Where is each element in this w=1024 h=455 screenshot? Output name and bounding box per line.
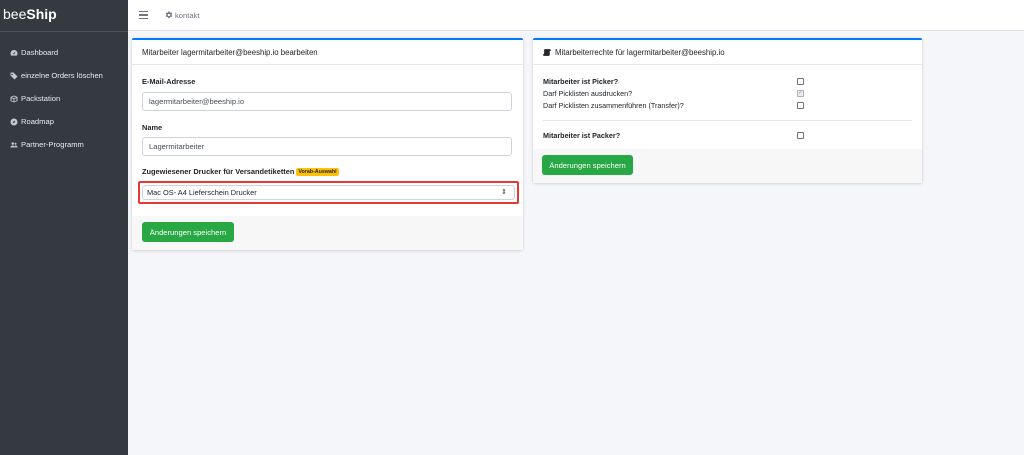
sidebar-item-dashboard[interactable]: Dashboard [0, 41, 128, 64]
picker-checkbox[interactable] [797, 78, 804, 85]
sidebar-item-partner-program[interactable]: Partner-Programm [0, 133, 128, 156]
packer-checkbox[interactable] [797, 132, 804, 139]
brand-logo[interactable]: beeShip [0, 0, 128, 32]
sidebar-nav: Dashboard einzelne Orders löschen Packst… [0, 32, 128, 156]
box-icon [9, 94, 18, 103]
printer-label-text: Zugewiesener Drucker für Versandetikette… [142, 167, 295, 176]
breadcrumb-kontakt[interactable]: kontakt [165, 11, 199, 20]
merge-picklists-label: Darf Picklisten zusammenführen (Transfer… [543, 101, 684, 110]
divider [543, 120, 912, 121]
sidebar-item-label: Roadmap [21, 117, 54, 126]
employee-rights-card: Mitarbeiterrechte für lagermitarbeiter@b… [533, 38, 922, 183]
packer-label: Mitarbeiter ist Packer? [543, 131, 621, 140]
email-field[interactable]: lagermitarbeiter@beeship.io [142, 92, 512, 111]
brand-light: bee [3, 6, 27, 22]
printer-select-value: Mac OS- A4 Lieferschein Drucker [147, 188, 257, 197]
printer-label: Zugewiesener Drucker für Versandetikette… [142, 167, 339, 176]
email-label: E-Mail-Adresse [142, 77, 196, 86]
name-field[interactable]: Lagermitarbeiter [142, 137, 512, 156]
rights-card-footer: Änderungen speichern [533, 149, 922, 183]
rights-card-title: Mitarbeiterrechte für lagermitarbeiter@b… [555, 47, 725, 57]
sidebar-item-label: einzelne Orders löschen [21, 71, 103, 80]
sidebar-item-packstation[interactable]: Packstation [0, 87, 128, 110]
merge-picklists-checkbox[interactable] [797, 102, 804, 109]
sidebar-item-delete-orders[interactable]: einzelne Orders löschen [0, 64, 128, 87]
tachometer-icon [9, 48, 18, 57]
printer-select-highlight: Mac OS- A4 Lieferschein Drucker ⇕ [138, 181, 519, 204]
compass-icon [9, 117, 18, 126]
picker-label: Mitarbeiter ist Picker? [543, 77, 619, 86]
edit-employee-card: Mitarbeiter lagermitarbeiter@beeship.io … [132, 38, 523, 250]
print-picklists-label: Darf Picklisten ausdrucken? [543, 89, 633, 98]
sidebar-item-roadmap[interactable]: Roadmap [0, 110, 128, 133]
tag-icon [9, 71, 18, 80]
select-caret-icon: ⇕ [501, 189, 507, 196]
edit-card-footer: Änderungen speichern [132, 216, 523, 250]
save-button[interactable]: Änderungen speichern [142, 222, 234, 242]
rights-card-header: Mitarbeiterrechte für lagermitarbeiter@b… [533, 40, 922, 65]
gear-icon [165, 11, 173, 19]
users-icon [9, 140, 18, 149]
sidebar-item-label: Dashboard [21, 48, 59, 57]
printer-select[interactable]: Mac OS- A4 Lieferschein Drucker ⇕ [142, 185, 515, 200]
sidebar: beeShip Dashboard einzelne Orders lösche… [0, 0, 128, 455]
brand-bold: Ship [26, 6, 57, 22]
preselection-badge: Vorab-Auswahl [296, 168, 339, 176]
print-picklists-checkbox[interactable] [797, 89, 804, 97]
menu-toggle-icon[interactable] [139, 11, 148, 19]
save-rights-button[interactable]: Änderungen speichern [542, 155, 633, 175]
scroll-icon [543, 48, 551, 56]
name-label: Name [142, 123, 163, 132]
top-navbar: kontakt [128, 0, 1024, 31]
sidebar-item-label: Packstation [21, 94, 61, 103]
edit-employee-card-title: Mitarbeiter lagermitarbeiter@beeship.io … [132, 40, 523, 65]
sidebar-item-label: Partner-Programm [21, 140, 84, 149]
breadcrumb-label: kontakt [175, 10, 200, 20]
